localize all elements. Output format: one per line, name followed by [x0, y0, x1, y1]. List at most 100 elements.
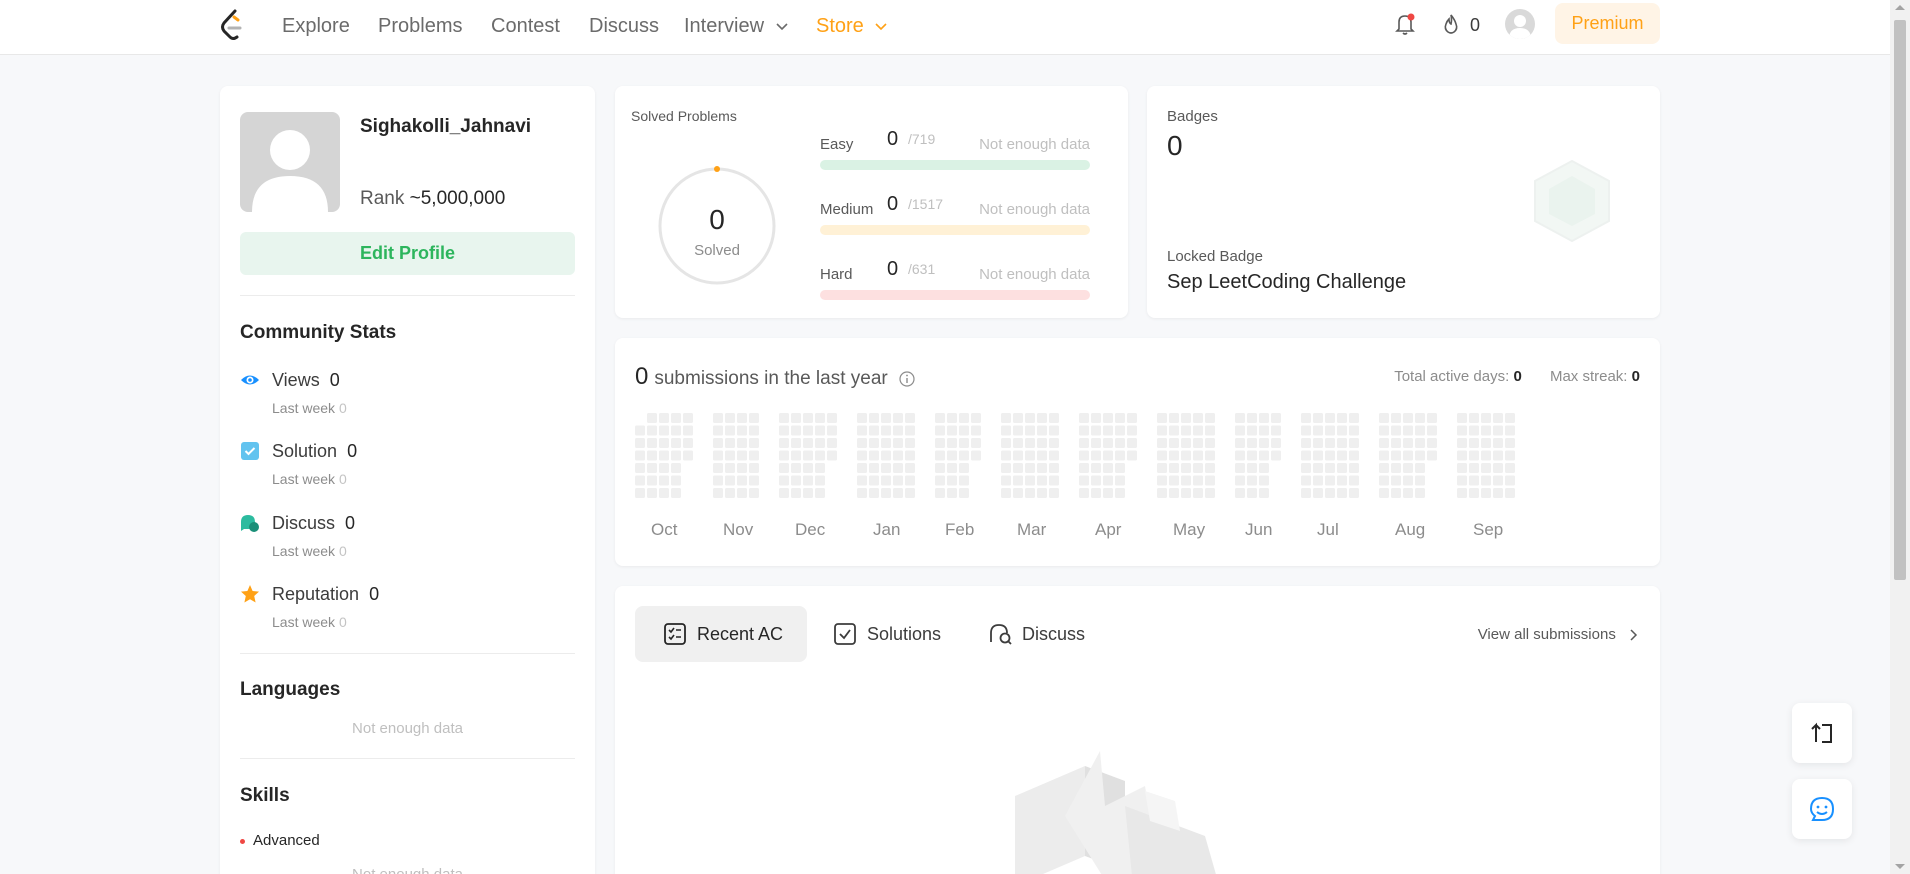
heatmap-day-cell[interactable]: [815, 438, 825, 448]
heatmap-day-cell[interactable]: [1325, 475, 1335, 486]
notification-bell-icon[interactable]: [1394, 12, 1416, 36]
heatmap-day-cell[interactable]: [1337, 488, 1347, 498]
heatmap-day-cell[interactable]: [959, 425, 969, 436]
heatmap-day-cell[interactable]: [1403, 450, 1413, 461]
heatmap-day-cell[interactable]: [1091, 438, 1101, 448]
feedback-button[interactable]: [1792, 779, 1852, 839]
heatmap-day-cell[interactable]: [1205, 463, 1215, 473]
nav-contest[interactable]: Contest: [491, 15, 560, 38]
heatmap-day-cell[interactable]: [893, 413, 903, 423]
heatmap-day-cell[interactable]: [1349, 463, 1359, 473]
heatmap-day-cell[interactable]: [1127, 425, 1137, 436]
tab-discuss[interactable]: Discuss: [960, 606, 1109, 662]
heatmap-day-cell[interactable]: [1325, 463, 1335, 473]
heatmap-day-cell[interactable]: [791, 488, 801, 498]
heatmap-day-cell[interactable]: [1457, 475, 1467, 486]
heatmap-day-cell[interactable]: [1301, 438, 1311, 448]
heatmap-day-cell[interactable]: [1493, 425, 1503, 436]
heatmap-day-cell[interactable]: [1169, 488, 1179, 498]
heatmap-day-cell[interactable]: [1505, 463, 1515, 473]
heatmap-day-cell[interactable]: [1415, 413, 1425, 423]
heatmap-day-cell[interactable]: [1259, 413, 1269, 423]
scroll-up-arrow-icon[interactable]: [1895, 5, 1905, 10]
heatmap-day-cell[interactable]: [725, 438, 735, 448]
heatmap-day-cell[interactable]: [1427, 438, 1437, 448]
heatmap-day-cell[interactable]: [1325, 413, 1335, 423]
heatmap-day-cell[interactable]: [1481, 438, 1491, 448]
heatmap-day-cell[interactable]: [1313, 488, 1323, 498]
heatmap-day-cell[interactable]: [1103, 488, 1113, 498]
edit-profile-button[interactable]: Edit Profile: [240, 232, 575, 275]
heatmap-day-cell[interactable]: [1247, 413, 1257, 423]
heatmap-day-cell[interactable]: [659, 438, 669, 448]
heatmap-day-cell[interactable]: [803, 438, 813, 448]
heatmap-day-cell[interactable]: [893, 488, 903, 498]
heatmap-day-cell[interactable]: [959, 488, 969, 498]
heatmap-day-cell[interactable]: [725, 450, 735, 461]
heatmap-day-cell[interactable]: [905, 463, 915, 473]
heatmap-day-cell[interactable]: [1025, 488, 1035, 498]
heatmap-day-cell[interactable]: [815, 413, 825, 423]
heatmap-day-cell[interactable]: [1313, 413, 1323, 423]
page-scrollbar[interactable]: [1890, 0, 1910, 874]
heatmap-day-cell[interactable]: [1469, 413, 1479, 423]
nav-interview[interactable]: Interview: [684, 15, 788, 38]
heatmap-day-cell[interactable]: [815, 425, 825, 436]
heatmap-day-cell[interactable]: [647, 463, 657, 473]
heatmap-day-cell[interactable]: [635, 475, 645, 486]
heatmap-day-cell[interactable]: [893, 450, 903, 461]
heatmap-day-cell[interactable]: [1259, 463, 1269, 473]
heatmap-day-cell[interactable]: [947, 488, 957, 498]
heatmap-day-cell[interactable]: [893, 475, 903, 486]
heatmap-day-cell[interactable]: [1169, 438, 1179, 448]
heatmap-day-cell[interactable]: [1157, 488, 1167, 498]
heatmap-day-cell[interactable]: [857, 438, 867, 448]
heatmap-day-cell[interactable]: [815, 488, 825, 498]
heatmap-day-cell[interactable]: [1505, 438, 1515, 448]
heatmap-day-cell[interactable]: [1349, 488, 1359, 498]
heatmap-day-cell[interactable]: [1001, 425, 1011, 436]
heatmap-day-cell[interactable]: [1313, 425, 1323, 436]
heatmap-day-cell[interactable]: [1235, 463, 1245, 473]
heatmap-day-cell[interactable]: [869, 438, 879, 448]
heatmap-day-cell[interactable]: [749, 413, 759, 423]
heatmap-day-cell[interactable]: [881, 438, 891, 448]
heatmap-day-cell[interactable]: [1049, 488, 1059, 498]
heatmap-day-cell[interactable]: [1001, 463, 1011, 473]
heatmap-day-cell[interactable]: [1469, 438, 1479, 448]
heatmap-day-cell[interactable]: [1349, 438, 1359, 448]
heatmap-day-cell[interactable]: [647, 425, 657, 436]
heatmap-day-cell[interactable]: [1259, 425, 1269, 436]
heatmap-day-cell[interactable]: [1391, 450, 1401, 461]
heatmap-day-cell[interactable]: [1049, 425, 1059, 436]
heatmap-day-cell[interactable]: [935, 438, 945, 448]
heatmap-day-cell[interactable]: [737, 463, 747, 473]
heatmap-day-cell[interactable]: [803, 450, 813, 461]
heatmap-day-cell[interactable]: [1037, 475, 1047, 486]
heatmap-day-cell[interactable]: [1271, 438, 1281, 448]
heatmap-day-cell[interactable]: [971, 438, 981, 448]
heatmap-day-cell[interactable]: [1115, 475, 1125, 486]
heatmap-day-cell[interactable]: [971, 450, 981, 461]
heatmap-day-cell[interactable]: [1103, 438, 1113, 448]
heatmap-day-cell[interactable]: [1181, 488, 1191, 498]
heatmap-day-cell[interactable]: [1235, 450, 1245, 461]
heatmap-day-cell[interactable]: [935, 413, 945, 423]
heatmap-day-cell[interactable]: [881, 450, 891, 461]
heatmap-day-cell[interactable]: [1313, 475, 1323, 486]
heatmap-day-cell[interactable]: [1169, 413, 1179, 423]
heatmap-day-cell[interactable]: [1349, 450, 1359, 461]
heatmap-day-cell[interactable]: [1013, 450, 1023, 461]
heatmap-day-cell[interactable]: [857, 425, 867, 436]
heatmap-day-cell[interactable]: [1457, 450, 1467, 461]
heatmap-day-cell[interactable]: [1403, 463, 1413, 473]
heatmap-day-cell[interactable]: [1127, 438, 1137, 448]
heatmap-day-cell[interactable]: [1493, 438, 1503, 448]
heatmap-day-cell[interactable]: [1205, 488, 1215, 498]
heatmap-day-cell[interactable]: [659, 463, 669, 473]
heatmap-day-cell[interactable]: [1181, 438, 1191, 448]
heatmap-day-cell[interactable]: [1205, 425, 1215, 436]
heatmap-day-cell[interactable]: [1205, 413, 1215, 423]
heatmap-day-cell[interactable]: [1481, 425, 1491, 436]
heatmap-day-cell[interactable]: [1013, 488, 1023, 498]
